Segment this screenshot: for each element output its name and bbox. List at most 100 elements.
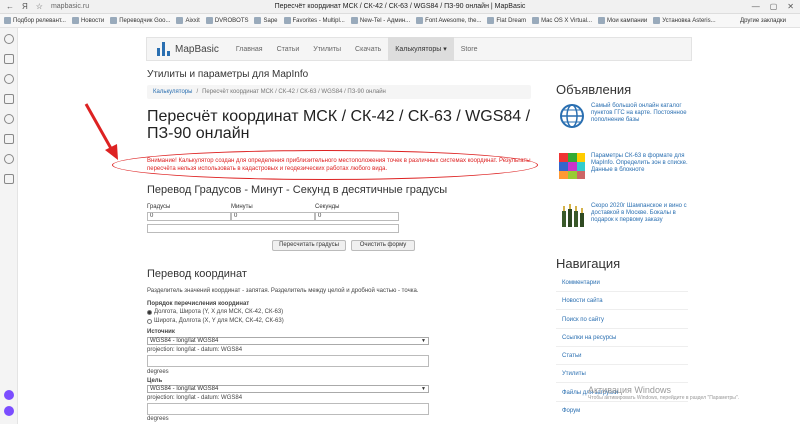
- order-radio-latlon[interactable]: Широта, Долгота (X, Y для МСК, СК-42, СК…: [147, 318, 284, 324]
- maximize-icon[interactable]: ▢: [770, 2, 778, 11]
- settings-icon[interactable]: [3, 174, 14, 184]
- source-label: Источник: [147, 329, 175, 335]
- globe-icon: [560, 104, 584, 128]
- bookmark-favicon-icon: [653, 17, 661, 24]
- nav-utilities[interactable]: Утилиты: [306, 37, 348, 61]
- profile-icon[interactable]: [3, 34, 14, 44]
- bookmark-item[interactable]: New-Tel - Админ...: [350, 17, 410, 24]
- nav-link-resources[interactable]: Ссылки на ресурсы: [562, 335, 616, 341]
- nav-link-forum[interactable]: Форум: [562, 408, 580, 414]
- champagne-bottles-icon: [562, 204, 584, 227]
- bookmarks-bar: Подбор релевант... Новости Переводчик Go…: [0, 14, 800, 28]
- warning-text: Внимание! Калькулятор создан для определ…: [147, 158, 531, 172]
- breadcrumb: Калькуляторы / Пересчёт координат МСК / …: [147, 85, 531, 99]
- radio-unselected-icon: [147, 318, 152, 324]
- radio-selected-icon: [147, 309, 152, 315]
- divider: [556, 346, 688, 347]
- app-icon[interactable]: [4, 390, 14, 400]
- downloads-icon[interactable]: [3, 134, 14, 144]
- star-icon[interactable]: [3, 94, 14, 104]
- chevron-down-icon: ▼: [421, 338, 426, 344]
- site-navbar: MapBasic Главная Статьи Утилиты Скачать …: [146, 37, 692, 61]
- mapbasic-logo-icon: [157, 42, 170, 56]
- bookmark-favicon-icon: [176, 17, 184, 24]
- bookmark-item[interactable]: Новости: [71, 17, 104, 24]
- address-bar[interactable]: mapbasic.ru: [51, 3, 89, 10]
- target-coords-output[interactable]: [147, 403, 429, 415]
- document-title: Пересчёт координат МСК / СК-42 / СК-63 /…: [274, 3, 526, 10]
- browser-titlebar: ← Я ☆ mapbasic.ru Пересчёт координат МСК…: [0, 0, 800, 14]
- bookmark-item[interactable]: Sape: [254, 17, 278, 24]
- star-icon[interactable]: ☆: [36, 2, 43, 11]
- alice-icon[interactable]: [4, 406, 14, 416]
- target-projection: projection: long/lat - datum: WGS84: [147, 395, 243, 401]
- nav-download[interactable]: Скачать: [348, 37, 388, 61]
- ad-text: Самый большой онлайн каталог пунктов ГГС…: [591, 103, 687, 123]
- bookmark-item[interactable]: Мои кампании: [598, 17, 647, 24]
- coords-hint: Разделитель значений координат - запятая…: [147, 288, 419, 294]
- ad-item[interactable]: Самый большой онлайн каталог пунктов ГГС…: [559, 103, 689, 129]
- divider: [556, 364, 688, 365]
- bookmark-item[interactable]: Переводчик Goo...: [110, 17, 170, 24]
- bell-icon[interactable]: [3, 74, 14, 84]
- divider: [556, 382, 688, 383]
- bookmark-item[interactable]: Aixxit: [176, 17, 200, 24]
- minutes-input[interactable]: 0: [231, 212, 315, 221]
- brand-name: MapBasic: [175, 43, 219, 55]
- divider: [556, 328, 688, 329]
- grid-icon[interactable]: [3, 54, 14, 64]
- ad-item[interactable]: Скоро 2020г Шампанское и вино с доставко…: [559, 203, 689, 229]
- coords-heading: Перевод координат: [147, 268, 247, 280]
- nav-calculators[interactable]: Калькуляторы ▾: [388, 37, 454, 61]
- bookmark-item[interactable]: Font Awesome, the...: [416, 17, 481, 24]
- breadcrumb-link-calculators[interactable]: Калькуляторы: [153, 89, 192, 95]
- order-radio-lonlat[interactable]: Долгота, Широта (Y, X для МСК, СК-42, СК…: [147, 309, 283, 315]
- decimal-degrees-output[interactable]: [147, 224, 399, 233]
- page-subtitle: Утилиты и параметры для MapInfo: [147, 69, 309, 80]
- bookmark-favicon-icon: [487, 17, 495, 24]
- red-arrow-annotation: [84, 103, 118, 160]
- clear-form-button[interactable]: Очистить форму: [351, 240, 415, 251]
- nav-articles[interactable]: Статьи: [270, 37, 307, 61]
- bookmark-item[interactable]: Установка Asteris...: [653, 17, 716, 24]
- bookmark-item[interactable]: Подбор релевант...: [4, 17, 66, 24]
- other-bookmarks[interactable]: Другие закладки: [740, 18, 786, 24]
- nav-link-search[interactable]: Поиск по сайту: [562, 317, 604, 323]
- bookmark-item[interactable]: Favorites - Multipl...: [283, 17, 345, 24]
- play-icon[interactable]: [3, 154, 14, 164]
- target-units: degrees: [147, 416, 169, 422]
- bookmark-item[interactable]: Mac OS X Virtual...: [532, 17, 592, 24]
- map-zones-thumbnail-icon: [559, 153, 585, 179]
- minimize-icon[interactable]: —: [752, 2, 760, 11]
- degrees-input[interactable]: 0: [147, 212, 231, 221]
- back-icon[interactable]: ←: [6, 2, 14, 11]
- nav-link-news[interactable]: Новости сайта: [562, 298, 603, 304]
- bookmark-favicon-icon: [110, 17, 118, 24]
- target-select[interactable]: WGS84 - long/lat WGS84 ▼: [147, 385, 429, 393]
- nav-link-comments[interactable]: Комментарии: [562, 280, 600, 286]
- convert-degrees-button[interactable]: Пересчитать градусы: [272, 240, 346, 251]
- source-select[interactable]: WGS84 - long/lat WGS84 ▼: [147, 337, 429, 345]
- close-icon[interactable]: ✕: [787, 2, 794, 11]
- navigation-heading: Навигация: [556, 256, 621, 271]
- ad-text: Скоро 2020г Шампанское и вино с доставко…: [591, 203, 687, 223]
- yandex-icon[interactable]: Я: [22, 2, 28, 11]
- order-label: Порядок перечисления координат: [147, 301, 250, 307]
- nav-home[interactable]: Главная: [229, 37, 270, 61]
- source-coords-input[interactable]: [147, 355, 429, 367]
- nav-link-articles[interactable]: Статьи: [562, 353, 581, 359]
- source-projection: projection: long/lat - datum: WGS84: [147, 347, 243, 353]
- bookmark-favicon-icon: [4, 17, 11, 24]
- page-title: Пересчёт координат МСК / СК-42 / СК-63 /…: [147, 108, 531, 142]
- history-icon[interactable]: [3, 114, 14, 124]
- ad-item[interactable]: Параметры СК-63 в формате для MapInfo. О…: [559, 153, 689, 179]
- bookmark-item[interactable]: DVROBOTS: [205, 17, 248, 24]
- brand[interactable]: MapBasic: [147, 42, 229, 56]
- nav-link-utilities[interactable]: Утилиты: [562, 371, 586, 377]
- bookmark-item[interactable]: Flat Dream: [487, 17, 526, 24]
- degrees-label: Градусы: [147, 204, 171, 210]
- bookmark-favicon-icon: [598, 17, 605, 24]
- seconds-input[interactable]: 0: [315, 212, 399, 221]
- browser-side-rail: [0, 28, 18, 424]
- nav-store[interactable]: Store: [454, 37, 485, 61]
